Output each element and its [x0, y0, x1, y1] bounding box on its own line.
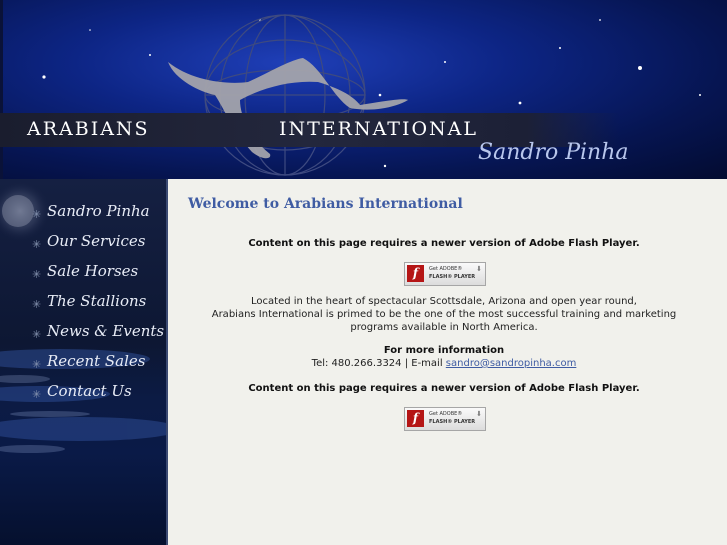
nav-label: The Stallions — [47, 292, 147, 310]
download-arrow-icon: ⬇ — [476, 265, 482, 273]
nav-item-the-stallions[interactable]: ✳ The Stallions — [0, 291, 168, 321]
flash-badge-line1: Get ADOBE® — [429, 266, 463, 272]
nav-item-sandro-pinha[interactable]: ✳ Sandro Pinha — [0, 201, 168, 231]
page-title: Welcome to Arabians International — [188, 196, 463, 212]
flash-badge-line1: Get ADOBE® — [429, 411, 463, 417]
flash-logo-icon: f — [407, 265, 424, 282]
bullet-icon: ✳ — [32, 238, 42, 251]
nav-item-our-services[interactable]: ✳ Our Services — [0, 231, 168, 261]
nav-label: Sale Horses — [47, 262, 139, 280]
bullet-icon: ✳ — [32, 388, 42, 401]
page: ARABIANS INTERNATIONAL Sandro Pinha ✳ Sa… — [0, 0, 727, 545]
nav-label: Contact Us — [47, 382, 132, 400]
nav-label: Recent Sales — [47, 352, 146, 370]
main-nav: ✳ Sandro Pinha ✳ Our Services ✳ Sale Hor… — [0, 201, 168, 411]
flash-logo-icon: f — [407, 410, 424, 427]
nav-item-news-events[interactable]: ✳ News & Events — [0, 321, 168, 351]
nav-item-contact-us[interactable]: ✳ Contact Us — [0, 381, 168, 411]
more-info-heading: For more information — [383, 345, 505, 356]
bullet-icon: ✳ — [32, 208, 42, 221]
nav-item-recent-sales[interactable]: ✳ Recent Sales — [0, 351, 168, 381]
nav-label: News & Events — [47, 322, 165, 340]
contact-line: Tel: 480.266.3324 | E-mail sandro@sandro… — [168, 358, 720, 369]
bullet-icon: ✳ — [32, 358, 42, 371]
download-arrow-icon: ⬇ — [476, 410, 482, 418]
bullet-icon: ✳ — [32, 268, 42, 281]
get-flash-player-button-2[interactable]: f Get ADOBE® FLASH® PLAYER ⬇ — [404, 407, 486, 431]
nav-label: Sandro Pinha — [47, 202, 150, 220]
bullet-icon: ✳ — [32, 298, 42, 311]
nav-item-sale-horses[interactable]: ✳ Sale Horses — [0, 261, 168, 291]
sidebar: ✳ Sandro Pinha ✳ Our Services ✳ Sale Hor… — [0, 179, 168, 545]
contact-phone-text: Tel: 480.266.3324 | E-mail — [311, 358, 446, 369]
main-content: Welcome to Arabians International Conten… — [168, 179, 727, 545]
nav-label: Our Services — [47, 232, 146, 250]
logo-word-arabians: ARABIANS — [27, 118, 150, 140]
flash-notice-1: Content on this page requires a newer ve… — [248, 238, 640, 249]
logo-word-international: INTERNATIONAL — [279, 118, 479, 140]
flash-notice-2: Content on this page requires a newer ve… — [248, 383, 640, 394]
bullet-icon: ✳ — [32, 328, 42, 341]
flash-badge-line2: FLASH® PLAYER — [429, 274, 476, 280]
intro-line-3: programs available in North America. — [350, 322, 538, 333]
signature-sandro-pinha: Sandro Pinha — [478, 140, 629, 165]
intro-line-1: Located in the heart of spectacular Scot… — [251, 296, 637, 307]
email-link[interactable]: sandro@sandropinha.com — [446, 358, 577, 369]
flash-badge-line2: FLASH® PLAYER — [429, 419, 476, 425]
site-header: ARABIANS INTERNATIONAL Sandro Pinha — [0, 0, 727, 179]
get-flash-player-button-1[interactable]: f Get ADOBE® FLASH® PLAYER ⬇ — [404, 262, 486, 286]
intro-line-2: Arabians International is primed to be t… — [211, 309, 677, 320]
